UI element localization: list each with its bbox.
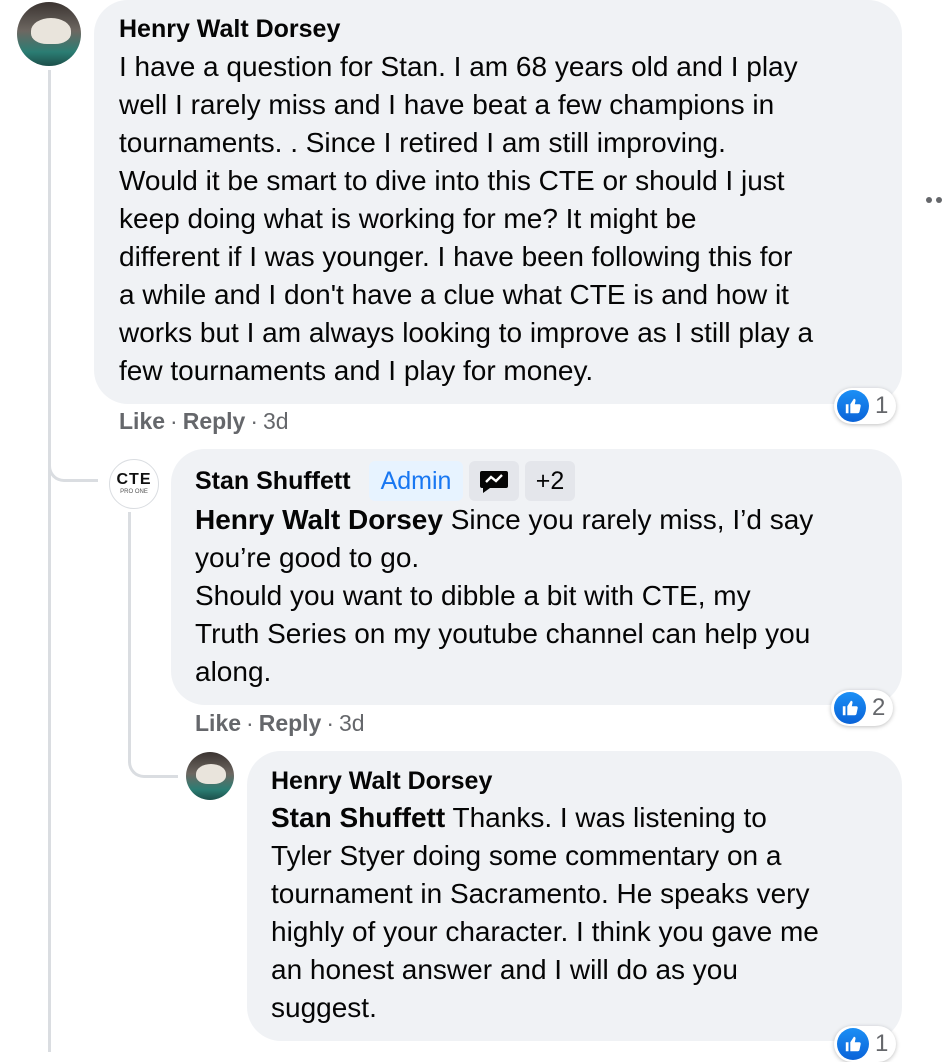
badge-chat-icon [480,471,508,493]
comment-line: Should you want to dibble a bit with CTE… [195,580,751,611]
comment-text: Henry Walt Dorsey Since you rarely miss,… [195,501,813,691]
avatar-logo-text: CTE [116,471,152,488]
comment-line: few tournaments and I play for money. [119,355,594,386]
comment-author[interactable]: Henry Walt Dorsey [119,15,340,44]
badge-more[interactable]: +2 [525,461,575,501]
reaction-count: 1 [875,1030,889,1057]
comment-text: Stan Shuffett Thanks. I was listening to… [271,799,819,1027]
badge-chat[interactable] [469,461,519,501]
separator: · [170,408,178,434]
avatar-figure [31,18,71,44]
comment-line: keep doing what is working for me? It mi… [119,203,697,234]
separator: · [246,710,254,736]
comment-line: you’re good to go. [195,542,420,573]
comment-author[interactable]: Henry Walt Dorsey [271,767,492,796]
reply-link[interactable]: Reply [183,408,246,434]
like-thumb-icon [837,1028,869,1060]
timestamp[interactable]: 3d [339,710,365,736]
more-options-icon[interactable] [926,197,946,205]
thread-branch-curve [48,430,98,482]
reaction-summary[interactable]: 2 [831,690,894,726]
comment-line: Truth Series on my youtube channel can h… [195,618,811,649]
comment-line: an honest answer and I will do as you [271,954,738,985]
admin-badge-label: Admin [380,466,452,495]
avatar-logo[interactable]: CTE PRO ONE [109,459,159,509]
comment-line: I have a question for Stan. I am 68 year… [119,51,798,82]
comment-actions: Like · Reply · 3d [119,408,289,435]
comment-line: different if I was younger. I have been … [119,241,793,272]
separator: · [250,408,259,434]
reply-link[interactable]: Reply [259,710,322,736]
comment-text: I have a question for Stan. I am 68 year… [119,48,813,390]
reaction-summary[interactable]: 1 [834,1026,897,1062]
avatar[interactable] [186,752,234,800]
mention[interactable]: Henry Walt Dorsey [195,504,443,535]
mention[interactable]: Stan Shuffett [271,802,445,833]
thread-line [48,70,51,1052]
avatar-logo-subtext: PRO ONE [120,489,148,495]
comment-actions: Like · Reply · 3d [195,710,365,737]
reaction-summary[interactable]: 1 [834,388,897,424]
thread-line-nested [128,512,131,752]
comment-line: highly of your character. I think you ga… [271,916,819,947]
comment-line: along. [195,656,272,687]
comment-line: tournaments. . Since I retired I am stil… [119,127,726,158]
comment-line: tournament in Sacramento. He speaks very [271,878,810,909]
like-link[interactable]: Like [119,408,165,434]
comment-author[interactable]: Stan Shuffett [195,467,351,496]
admin-badge[interactable]: Admin [369,461,463,501]
thread-branch-curve-nested [128,730,178,778]
comment-line: Tyler Styer doing some commentary on a [271,840,782,871]
avatar-figure [196,764,226,784]
comment-line: Since you rarely miss, I’d say [442,504,814,535]
separator: · [326,710,335,736]
comment-line: a while and I don't have a clue what CTE… [119,279,789,310]
timestamp[interactable]: 3d [263,408,289,434]
comment-line: well I rarely miss and I have beat a few… [119,89,775,120]
like-thumb-icon [834,692,866,724]
reaction-count: 2 [872,694,886,721]
comment-line: works but I am always looking to improve… [119,317,814,348]
avatar[interactable] [17,2,81,66]
comment-line: suggest. [271,992,377,1023]
like-thumb-icon [837,390,869,422]
comment-line: Thanks. I was listening to [445,802,767,833]
like-link[interactable]: Like [195,710,241,736]
badge-more-label: +2 [535,466,565,495]
reaction-count: 1 [875,392,889,419]
comment-line: Would it be smart to dive into this CTE … [119,165,785,196]
